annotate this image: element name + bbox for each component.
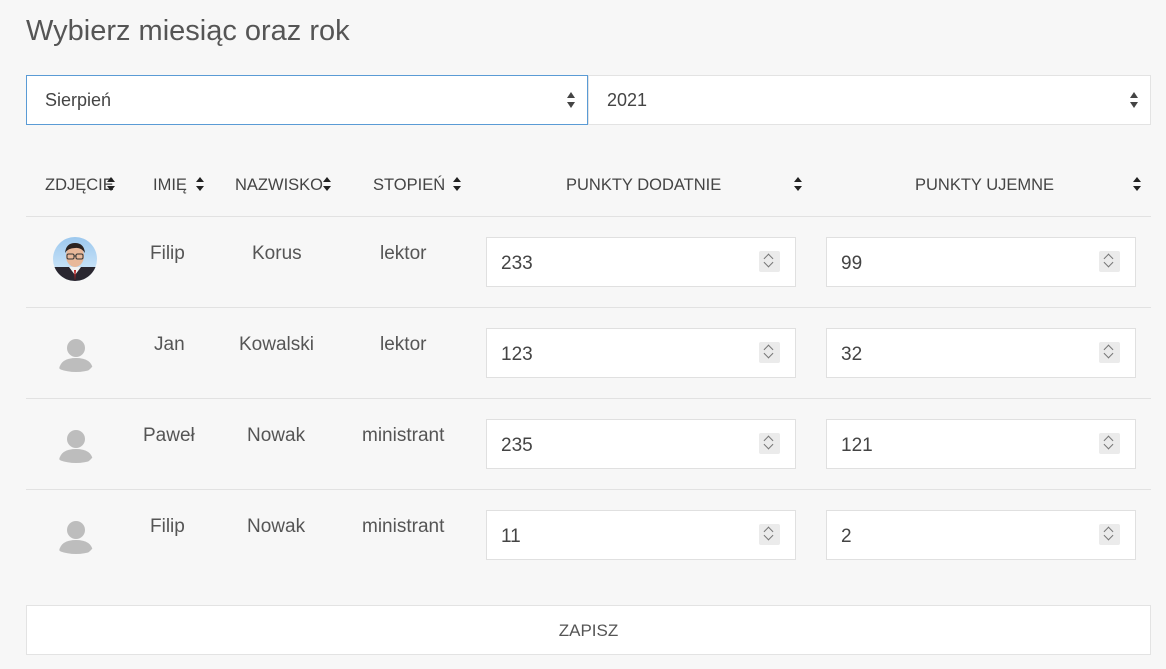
page-title: Wybierz miesiąc oraz rok bbox=[26, 15, 350, 47]
select-arrows-icon bbox=[1130, 91, 1139, 109]
negative-points-value: 99 bbox=[841, 253, 863, 274]
row-divider bbox=[26, 398, 1151, 399]
last-name-cell: Korus bbox=[252, 243, 302, 264]
negative-points-input[interactable]: 32 bbox=[826, 328, 1136, 378]
profile-photo bbox=[53, 237, 97, 281]
positive-points-value: 11 bbox=[501, 526, 521, 547]
first-name-cell: Jan bbox=[154, 334, 185, 355]
number-spinner-icon[interactable] bbox=[1099, 433, 1120, 454]
month-select-value: Sierpień bbox=[45, 90, 112, 110]
year-select-value: 2021 bbox=[607, 90, 648, 110]
number-spinner-icon[interactable] bbox=[1099, 524, 1120, 545]
first-name-cell: Paweł bbox=[143, 425, 195, 446]
last-name-cell: Nowak bbox=[247, 425, 306, 446]
positive-points-input[interactable]: 11 bbox=[486, 510, 796, 560]
negative-points-value: 32 bbox=[841, 344, 863, 365]
number-spinner-icon[interactable] bbox=[759, 433, 780, 454]
rank-cell: ministrant bbox=[362, 425, 445, 446]
rank-cell: lektor bbox=[380, 334, 427, 355]
negative-points-input[interactable]: 121 bbox=[826, 419, 1136, 469]
header-first-name[interactable]: IMIĘ bbox=[153, 172, 187, 198]
positive-points-value: 123 bbox=[501, 344, 533, 365]
number-spinner-icon[interactable] bbox=[759, 251, 780, 272]
positive-points-value: 235 bbox=[501, 435, 533, 456]
sort-icon[interactable] bbox=[794, 177, 802, 191]
header-rank[interactable]: STOPIEŃ bbox=[373, 172, 445, 198]
negative-points-value: 121 bbox=[841, 435, 873, 456]
header-photo[interactable]: ZDJĘCIE bbox=[45, 172, 114, 198]
number-spinner-icon[interactable] bbox=[1099, 251, 1120, 272]
header-positive-points[interactable]: PUNKTY DODATNIE bbox=[566, 172, 721, 198]
last-name-cell: Nowak bbox=[247, 516, 306, 537]
positive-points-input[interactable]: 123 bbox=[486, 328, 796, 378]
year-select[interactable]: 2021 bbox=[588, 75, 1151, 125]
sort-icon[interactable] bbox=[453, 177, 461, 191]
row-divider bbox=[26, 307, 1151, 308]
default-avatar-icon bbox=[53, 513, 97, 557]
header-last-name[interactable]: NAZWISKO bbox=[235, 172, 323, 198]
row-divider bbox=[26, 216, 1151, 217]
row-divider bbox=[26, 489, 1151, 490]
sort-icon[interactable] bbox=[323, 177, 331, 191]
sort-icon[interactable] bbox=[1133, 177, 1141, 191]
number-spinner-icon[interactable] bbox=[759, 342, 780, 363]
default-avatar-icon bbox=[53, 331, 97, 375]
rank-cell: ministrant bbox=[362, 516, 445, 537]
first-name-cell: Filip bbox=[150, 516, 185, 537]
header-negative-points[interactable]: PUNKTY UJEMNE bbox=[915, 172, 1054, 198]
negative-points-value: 2 bbox=[841, 526, 852, 547]
positive-points-input[interactable]: 235 bbox=[486, 419, 796, 469]
month-select[interactable]: Sierpień bbox=[26, 75, 588, 125]
last-name-cell: Kowalski bbox=[239, 334, 314, 355]
default-avatar-icon bbox=[53, 422, 97, 466]
number-spinner-icon[interactable] bbox=[1099, 342, 1120, 363]
sort-icon[interactable] bbox=[107, 177, 115, 191]
first-name-cell: Filip bbox=[150, 243, 185, 264]
rank-cell: lektor bbox=[380, 243, 427, 264]
positive-points-input[interactable]: 233 bbox=[486, 237, 796, 287]
select-arrows-icon bbox=[567, 91, 576, 109]
negative-points-input[interactable]: 2 bbox=[826, 510, 1136, 560]
number-spinner-icon[interactable] bbox=[759, 524, 780, 545]
negative-points-input[interactable]: 99 bbox=[826, 237, 1136, 287]
save-button[interactable]: ZAPISZ bbox=[26, 605, 1151, 655]
sort-icon[interactable] bbox=[196, 177, 204, 191]
positive-points-value: 233 bbox=[501, 253, 533, 274]
